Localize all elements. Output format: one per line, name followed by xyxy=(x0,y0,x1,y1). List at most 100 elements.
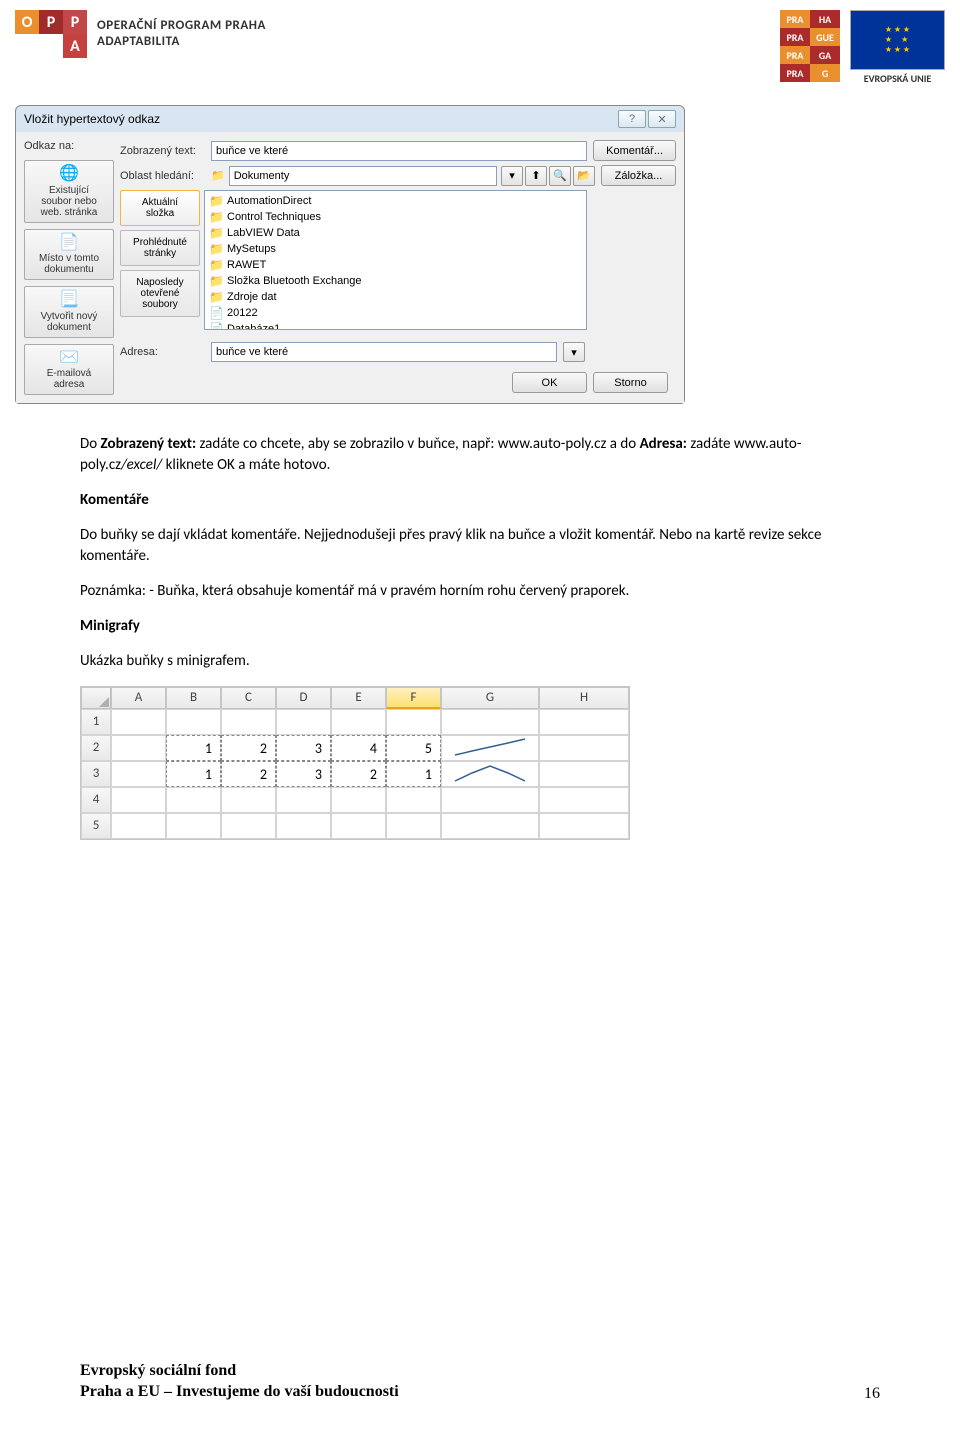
dropdown-button[interactable]: ▾ xyxy=(501,166,523,186)
cell[interactable] xyxy=(386,813,441,839)
cancel-button[interactable]: Storno xyxy=(593,372,668,393)
cell[interactable]: 1 xyxy=(386,761,441,787)
cell[interactable]: 2 xyxy=(221,735,276,761)
file-item[interactable]: 📁LabVIEW Data xyxy=(207,225,584,241)
close-button[interactable]: ✕ xyxy=(648,110,676,128)
cell[interactable] xyxy=(166,709,221,735)
cell[interactable] xyxy=(276,787,331,813)
cell[interactable] xyxy=(111,735,166,761)
cell[interactable] xyxy=(111,761,166,787)
file-item[interactable]: 📁MySetups xyxy=(207,241,584,257)
cell[interactable] xyxy=(539,709,629,735)
cell[interactable]: 3 xyxy=(276,761,331,787)
cell[interactable]: 4 xyxy=(331,735,386,761)
address-input[interactable] xyxy=(211,342,557,362)
cell[interactable] xyxy=(441,787,539,813)
col-header-C[interactable]: C xyxy=(221,687,276,709)
cell[interactable]: 3 xyxy=(276,735,331,761)
cell[interactable] xyxy=(386,709,441,735)
browse-web-button[interactable]: 🔍 xyxy=(549,166,571,186)
folder-icon: 📁 xyxy=(211,169,225,182)
cell[interactable]: 2 xyxy=(331,761,386,787)
cell[interactable] xyxy=(386,787,441,813)
heading-komentare: Komentáře xyxy=(80,490,880,511)
link-new-doc[interactable]: 📃Vytvořit novýdokument xyxy=(24,286,114,338)
tab-recent-files[interactable]: Naposledyotevřenésoubory xyxy=(120,270,200,317)
file-item[interactable]: 📁Zdroje dat xyxy=(207,289,584,305)
display-text-input[interactable] xyxy=(211,141,587,161)
file-item[interactable]: 📄Databáze1 xyxy=(207,321,584,330)
link-email[interactable]: ✉️E-mailováadresa xyxy=(24,344,114,396)
bookmark-button[interactable]: Záložka... xyxy=(601,165,676,186)
row-header-3[interactable]: 3 xyxy=(81,761,111,787)
file-item[interactable]: 📁Control Techniques xyxy=(207,209,584,225)
file-icon: 📁 xyxy=(209,258,223,272)
cell[interactable] xyxy=(276,813,331,839)
cell[interactable] xyxy=(539,735,629,761)
col-header-E[interactable]: E xyxy=(331,687,386,709)
select-all-corner[interactable] xyxy=(81,687,111,709)
address-dropdown[interactable]: ▾ xyxy=(563,342,585,362)
cell[interactable] xyxy=(111,709,166,735)
row-header-4[interactable]: 4 xyxy=(81,787,111,813)
row-header-1[interactable]: 1 xyxy=(81,709,111,735)
oppa-a: A xyxy=(63,34,87,58)
cell[interactable] xyxy=(441,709,539,735)
link-existing-file[interactable]: 🌐Existujícísoubor neboweb. stránka xyxy=(24,160,114,223)
file-name: Control Techniques xyxy=(227,211,321,223)
row-header-2[interactable]: 2 xyxy=(81,735,111,761)
help-button[interactable]: ? xyxy=(618,110,646,128)
cell[interactable] xyxy=(111,813,166,839)
col-header-A[interactable]: A xyxy=(111,687,166,709)
cell[interactable]: 1 xyxy=(166,735,221,761)
cell[interactable] xyxy=(441,761,539,787)
cell[interactable] xyxy=(539,761,629,787)
file-icon: 📁 xyxy=(209,242,223,256)
col-header-G[interactable]: G xyxy=(441,687,539,709)
file-name: 20122 xyxy=(227,307,258,319)
cell[interactable] xyxy=(111,787,166,813)
file-item[interactable]: 📄20122 xyxy=(207,305,584,321)
cell[interactable] xyxy=(221,787,276,813)
lookin-input[interactable] xyxy=(229,166,497,186)
tab-current-folder[interactable]: Aktuálnísložka xyxy=(120,190,200,226)
file-name: Databáze1 xyxy=(227,323,280,330)
cell[interactable] xyxy=(331,787,386,813)
page-number: 16 xyxy=(864,1385,880,1403)
col-header-H[interactable]: H xyxy=(539,687,629,709)
col-header-D[interactable]: D xyxy=(276,687,331,709)
cell[interactable] xyxy=(539,787,629,813)
footer-line2: Praha a EU – Investujeme do vaší budoucn… xyxy=(80,1382,399,1403)
oppa-o: O xyxy=(15,10,39,34)
row-header-5[interactable]: 5 xyxy=(81,813,111,839)
program-line2: ADAPTABILITA xyxy=(97,34,266,50)
cell[interactable]: 2 xyxy=(221,761,276,787)
sparkline-peak-icon xyxy=(450,763,530,785)
cell[interactable] xyxy=(276,709,331,735)
col-header-F[interactable]: F xyxy=(386,687,441,709)
file-item[interactable]: 📁Složka Bluetooth Exchange xyxy=(207,273,584,289)
up-button[interactable]: ⬆ xyxy=(525,166,547,186)
link-place-in-doc[interactable]: 📄Místo v tomtodokumentu xyxy=(24,229,114,281)
cell[interactable] xyxy=(221,709,276,735)
col-header-B[interactable]: B xyxy=(166,687,221,709)
browse-folder-button[interactable]: 📂 xyxy=(573,166,595,186)
globe-file-icon: 🌐 xyxy=(27,165,111,183)
file-list[interactable]: 📁AutomationDirect📁Control Techniques📁Lab… xyxy=(204,190,587,330)
cell[interactable] xyxy=(221,813,276,839)
cell[interactable]: 5 xyxy=(386,735,441,761)
cell[interactable] xyxy=(331,813,386,839)
file-item[interactable]: 📁RAWET xyxy=(207,257,584,273)
cell[interactable] xyxy=(166,813,221,839)
cell[interactable] xyxy=(331,709,386,735)
cell[interactable]: 1 xyxy=(166,761,221,787)
file-icon: 📁 xyxy=(209,274,223,288)
cell[interactable] xyxy=(539,813,629,839)
file-item[interactable]: 📁AutomationDirect xyxy=(207,193,584,209)
tab-browsed-pages[interactable]: Prohlédnutéstránky xyxy=(120,230,200,266)
ok-button[interactable]: OK xyxy=(512,372,587,393)
cell[interactable] xyxy=(166,787,221,813)
cell[interactable] xyxy=(441,735,539,761)
cell[interactable] xyxy=(441,813,539,839)
comment-button[interactable]: Komentář... xyxy=(593,140,676,161)
